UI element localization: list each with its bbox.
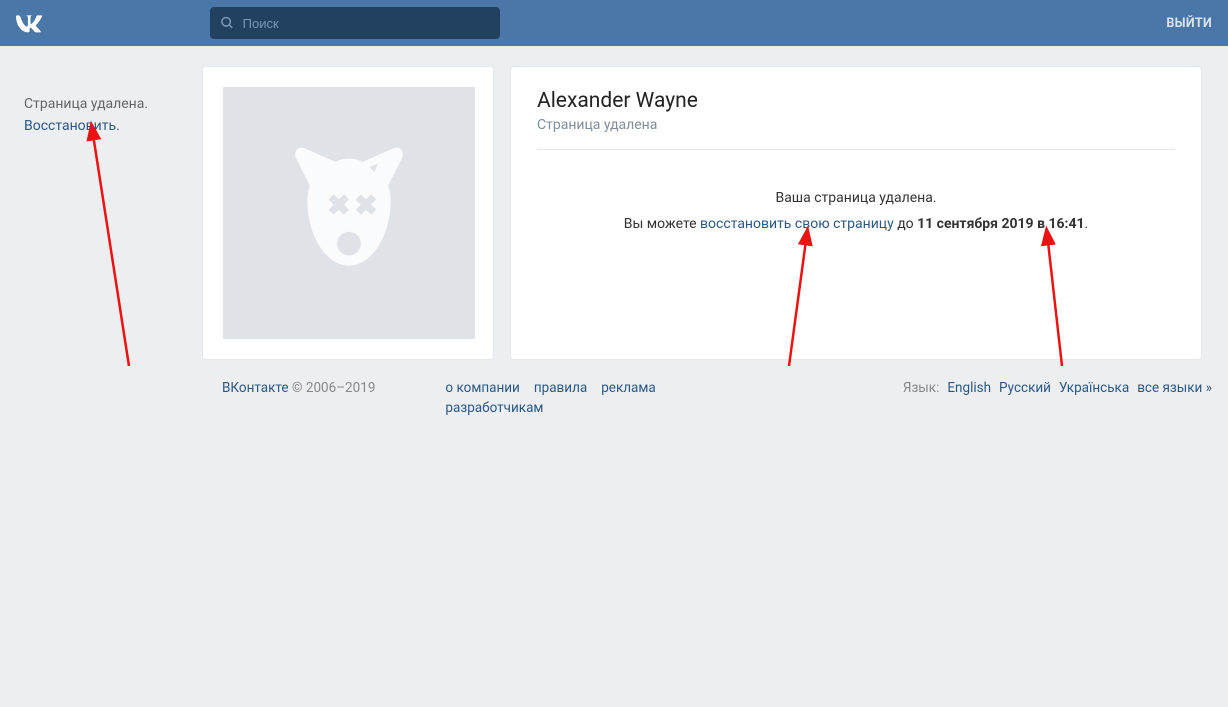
logout-link[interactable]: ВЫЙТИ [1166,16,1212,31]
footer-lang-ua[interactable]: Українська [1059,380,1129,396]
avatar-card [202,66,494,360]
restore-suffix: . [1085,216,1089,232]
deleted-dog-icon [264,128,434,298]
footer-copyright: © 2006–2019 [289,380,376,396]
vk-logo-icon [16,12,50,34]
footer-link-rules[interactable]: правила [534,380,587,396]
footer-lang-all[interactable]: все языки » [1137,380,1212,396]
search-box[interactable] [210,7,500,39]
footer-lang-label: Язык: [903,380,940,396]
profile-card: Alexander Wayne Страница удалена Ваша ст… [510,66,1202,360]
restore-page-link[interactable]: восстановить свою страницу [700,216,894,232]
footer-lang-en[interactable]: English [947,380,991,396]
deleted-heading: Ваша страница удалена. [547,190,1165,206]
search-icon [220,15,235,31]
sidebar-status: Страница удалена. [24,96,202,112]
footer-link-about[interactable]: о компании [445,380,519,396]
restore-prefix: Вы можете [624,216,700,232]
search-input[interactable] [243,16,490,31]
vk-logo[interactable] [16,12,50,34]
footer-brand[interactable]: ВКонтакте [222,380,289,396]
footer-lang-ru[interactable]: Русский [999,380,1051,396]
restore-sentence: Вы можете восстановить свою страницу до … [547,216,1165,232]
header: ВЫЙТИ [0,0,1228,46]
restore-deadline: 11 сентября 2019 в 16:41 [917,216,1084,232]
profile-subtitle: Страница удалена [537,117,1175,150]
footer-link-ads[interactable]: реклама [601,380,656,396]
sidebar-restore-link[interactable]: Восстановить. [24,118,202,134]
footer: ВКонтакте © 2006–2019 о компании правила… [222,380,1212,436]
footer-link-devs[interactable]: разработчикам [445,400,543,416]
sidebar: Страница удалена. Восстановить. [22,66,202,360]
deleted-avatar [223,87,475,339]
restore-middle: до [894,216,917,232]
profile-name: Alexander Wayne [537,89,1175,113]
